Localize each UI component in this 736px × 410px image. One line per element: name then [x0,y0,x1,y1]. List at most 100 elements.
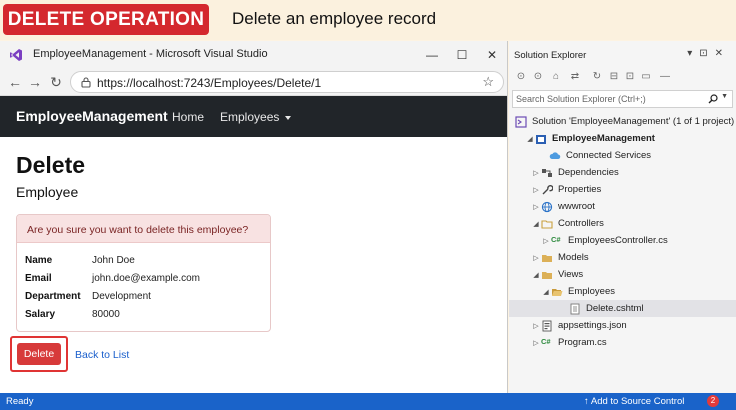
tree-item-controllers[interactable]: ◢ Controllers [531,215,604,232]
home-icon[interactable]: ⌂ [550,71,562,83]
delete-button[interactable]: Delete [17,343,61,365]
search-placeholder[interactable]: Search Solution Explorer (Ctrl+;) [516,94,646,104]
refresh-icon[interactable]: ↻ [47,73,65,91]
url-text[interactable]: https://localhost:7243/Employees/Delete/… [97,76,321,90]
tree-item-connected-services[interactable]: Connected Services [549,147,651,164]
tree-item-label: Models [558,252,589,263]
collapsed-arrow-icon[interactable]: ▷ [531,322,541,330]
tree-item-label: Solution 'EmployeeManagement' (1 of 1 pr… [532,116,735,127]
detail-row: Department Development [25,291,200,309]
expanded-arrow-icon[interactable]: ◢ [531,220,541,228]
page-subtitle: Employee [16,184,79,200]
csharp-file-icon: C# [541,336,551,346]
connected-services-icon [549,150,561,162]
tree-item-label: Dependencies [558,167,619,178]
collapsed-arrow-icon[interactable]: ▷ [531,203,541,211]
detail-value: john.doe@example.com [92,273,200,284]
url-field[interactable]: https://localhost:7243/Employees/Delete/… [70,71,504,93]
search-icon [708,94,718,104]
brand-link[interactable]: EmployeeManagement [16,108,168,124]
tree-item-properties[interactable]: ▷ Properties [531,181,601,198]
solution-explorer-panel: Solution Explorer ▾⊡✕ ⊙ ⊙ ⌂ ⇄ ↻ ⊟ ⊡ ▭ — … [509,41,736,393]
chevron-down-icon[interactable]: ▼ [721,93,728,100]
tree-item-project[interactable]: ◢ EmployeeManagement [525,130,735,147]
lock-icon [81,77,91,88]
app-navbar: EmployeeManagement Home Employees [0,96,507,137]
back-to-list-link[interactable]: Back to List [75,349,129,361]
employee-details-card: Are you sure you want to delete this emp… [16,214,271,332]
collapsed-arrow-icon[interactable]: ▷ [541,237,551,245]
switch-views-icon[interactable]: ⇄ [569,71,581,83]
back-icon[interactable]: ⊙ [515,71,527,83]
nav-home-link[interactable]: Home [172,110,204,124]
detail-row: Name John Doe [25,255,200,273]
page-title: Delete [16,152,86,178]
window-title: EmployeeManagement - Microsoft Visual St… [33,48,268,60]
tree-item-views[interactable]: ◢ Views [531,266,583,283]
browser-window: EmployeeManagement - Microsoft Visual St… [0,41,508,393]
add-to-source-control-button[interactable]: ↑ Add to Source Control [584,396,684,407]
detail-label: Email [25,273,52,284]
collapse-all-icon[interactable]: ⊟ [608,71,620,83]
tree-item-label: Employees [568,286,615,297]
detail-row: Email john.doe@example.com [25,273,200,291]
detail-value: 80000 [92,309,120,320]
detail-label: Name [25,255,53,266]
expanded-arrow-icon[interactable]: ◢ [541,288,551,296]
close-button[interactable]: ✕ [477,41,507,68]
folder-open-icon [551,286,563,298]
properties-icon[interactable]: ▭ [640,71,652,83]
maximize-button[interactable]: ☐ [447,41,477,68]
tree-item-employees-controller[interactable]: ▷ C# EmployeesController.cs [541,232,668,249]
solution-explorer-toolbar: ⊙ ⊙ ⌂ ⇄ ↻ ⊟ ⊡ ▭ — [509,68,736,88]
solution-icon [515,115,527,128]
folder-icon [541,218,553,230]
address-bar: ← → ↻ https://localhost:7243/Employees/D… [0,68,507,96]
status-ready-text: Ready [6,396,34,407]
collapsed-arrow-icon[interactable]: ▷ [531,169,541,177]
nav-employees-dropdown[interactable]: Employees [220,110,292,124]
tree-item-program-cs[interactable]: ▷ C# Program.cs [531,334,606,351]
window-titlebar: EmployeeManagement - Microsoft Visual St… [0,41,507,68]
nav-employees-label: Employees [220,110,280,124]
tree-item-label: EmployeeManagement [552,133,655,144]
tree-item-label: Views [558,269,584,280]
tree-item-delete-cshtml[interactable]: Delete.cshtml [509,300,736,317]
wrench-icon [541,184,554,196]
collapsed-arrow-icon[interactable]: ▷ [531,186,541,194]
forward-arrow-icon[interactable]: → [26,73,44,91]
expanded-arrow-icon[interactable]: ◢ [525,135,535,143]
tree-item-label: Delete.cshtml [586,303,644,314]
employee-details-list: Name John Doe Email john.doe@example.com D… [25,255,200,327]
minimize-button[interactable]: — [417,41,447,68]
tree-item-wwwroot[interactable]: ▷ wwwroot [531,198,595,215]
solution-explorer-search[interactable]: Search Solution Explorer (Ctrl+;) ▼ [512,90,733,108]
delete-confirmation-alert: Are you sure you want to delete this emp… [17,215,270,243]
expanded-arrow-icon[interactable]: ◢ [531,271,541,279]
sync-icon[interactable]: ↻ [591,71,603,83]
show-all-files-icon[interactable]: ⊡ [624,71,636,83]
tree-item-employees-folder[interactable]: ◢ Employees [541,283,615,300]
caret-down-icon [285,115,292,120]
solution-explorer-header: Solution Explorer ▾⊡✕ [509,41,736,68]
tree-item-appsettings[interactable]: ▷ appsettings.json [531,317,626,334]
star-icon[interactable]: ☆ [482,74,494,90]
tree-item-dependencies[interactable]: ▷ Dependencies [531,164,619,181]
folder-icon [541,269,553,281]
collapsed-arrow-icon[interactable]: ▷ [531,254,541,262]
forward-icon[interactable]: ⊙ [532,71,544,83]
tree-item-label: wwwroot [558,201,595,212]
operation-badge: DELETE OPERATION [3,4,209,35]
globe-icon [541,201,553,213]
tree-item-models[interactable]: ▷ Models [531,249,589,266]
panel-window-controls[interactable]: ▾⊡✕ [687,48,730,59]
dependencies-icon [541,167,553,179]
delete-button-highlight: Delete [10,336,68,372]
project-icon [535,133,547,145]
back-arrow-icon[interactable]: ← [6,73,24,91]
notifications-badge[interactable]: 2 [707,395,719,407]
tree-item-solution[interactable]: Solution 'EmployeeManagement' (1 of 1 pr… [515,113,735,130]
tree-item-label: Properties [558,184,602,195]
collapsed-arrow-icon[interactable]: ▷ [531,339,541,347]
preview-icon[interactable]: — [659,71,671,83]
